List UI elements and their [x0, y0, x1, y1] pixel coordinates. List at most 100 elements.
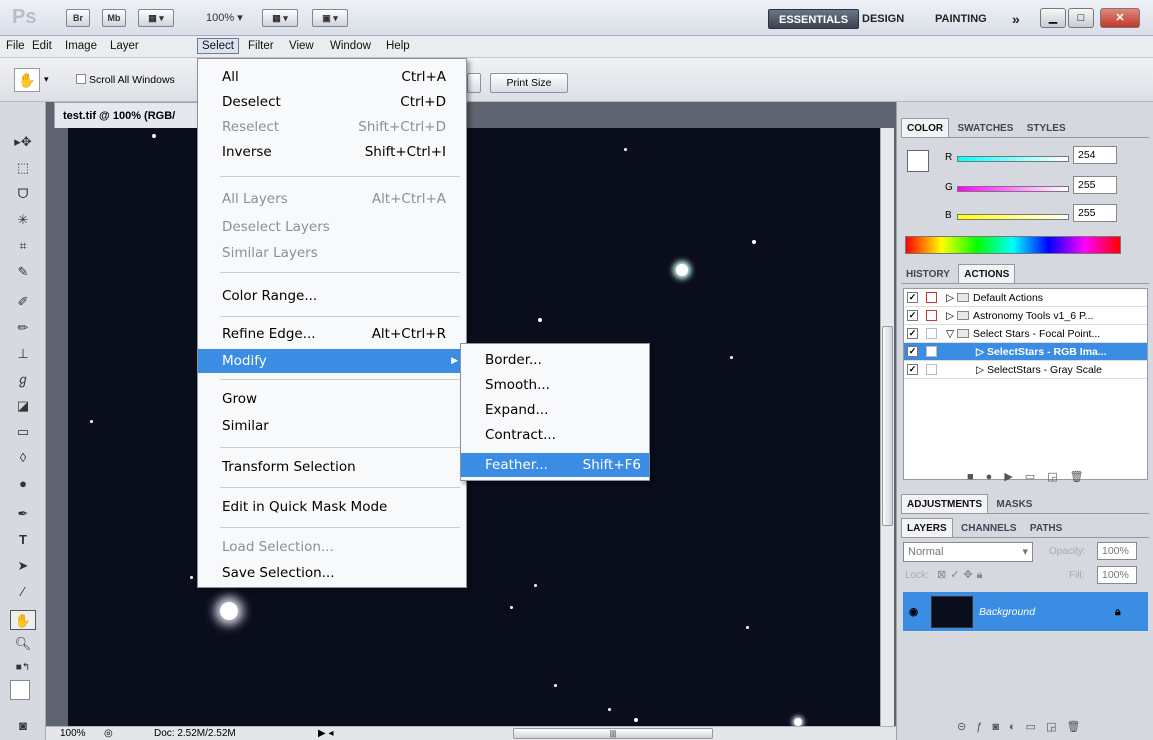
red-slider[interactable]	[957, 156, 1069, 162]
eye-icon[interactable]: ◉	[909, 592, 918, 631]
green-slider[interactable]	[957, 186, 1069, 192]
menu-view[interactable]: View	[289, 40, 314, 52]
crop-tool-icon[interactable]: ⌗	[10, 236, 36, 256]
layer-row-background[interactable]: ◉ Background 🔒︎	[903, 592, 1148, 632]
color-spectrum-ramp[interactable]	[905, 236, 1121, 254]
quick-mask-icon[interactable]: ◙	[10, 716, 36, 736]
pen-tool-icon[interactable]: ✒	[10, 504, 36, 524]
status-info-icon[interactable]: ◎	[104, 727, 113, 740]
blue-slider[interactable]	[957, 214, 1069, 220]
list-item[interactable]: ✓ ▷ Astronomy Tools v1_6 P...	[904, 307, 1147, 325]
new-set-icon[interactable]: ▭	[1025, 471, 1047, 483]
mask-icon[interactable]: ◙	[992, 721, 1009, 733]
new-layer-icon[interactable]: ◲	[1046, 721, 1066, 733]
fx-icon[interactable]: ƒ	[976, 721, 992, 733]
move-tool-icon[interactable]: ▸✥	[10, 132, 36, 152]
tab-adjustments[interactable]: ADJUSTMENTS	[901, 494, 989, 513]
record-icon[interactable]: ●	[986, 471, 1005, 483]
menu-item-similar-layers[interactable]: Similar Layers	[198, 241, 466, 265]
workspace-painting[interactable]: PAINTING	[935, 9, 987, 29]
view-extras-button[interactable]: ▦ ▾	[138, 9, 174, 27]
marquee-tool-icon[interactable]: ⬚	[10, 158, 36, 178]
workspace-design[interactable]: DESIGN	[862, 9, 904, 29]
arrange-documents-button[interactable]: ▦ ▾	[262, 9, 298, 27]
menu-item-inverse[interactable]: Inverse Shift+Ctrl+I	[198, 140, 466, 164]
menu-item-expand[interactable]: Expand...	[461, 398, 649, 422]
tab-styles[interactable]: STYLES	[1022, 119, 1071, 138]
red-value[interactable]: 254	[1073, 146, 1117, 164]
menu-layer[interactable]: Layer	[110, 40, 139, 52]
eraser-tool-icon[interactable]: ◪	[10, 396, 36, 416]
menu-item-save-selection[interactable]: Save Selection...	[198, 561, 466, 585]
dialog-toggle-icon[interactable]	[926, 292, 937, 303]
foreground-color-swatch[interactable]	[10, 680, 30, 700]
list-item[interactable]: ✓ ▷ Default Actions	[904, 289, 1147, 307]
trash-icon[interactable]: 🗑︎	[1066, 721, 1090, 733]
scroll-all-windows-checkbox[interactable]: Scroll All Windows	[76, 74, 175, 86]
screen-mode-button[interactable]: ▣ ▾	[312, 9, 348, 27]
tab-history[interactable]: HISTORY	[901, 265, 955, 284]
dodge-tool-icon[interactable]: ●	[10, 474, 36, 494]
close-button[interactable]: ✕	[1100, 8, 1140, 28]
opacity-field[interactable]: 100%	[1097, 542, 1137, 560]
lock-icons[interactable]: ⊠✓✥🔒︎	[937, 568, 987, 582]
status-zoom[interactable]: 100%	[60, 727, 86, 740]
adjustment-icon[interactable]: ◐	[1009, 721, 1026, 733]
magic-wand-tool-icon[interactable]: ✳	[10, 210, 36, 230]
menu-item-contract[interactable]: Contract...	[461, 423, 649, 447]
dialog-toggle-icon[interactable]	[926, 328, 937, 339]
new-action-icon[interactable]: ◲	[1047, 471, 1069, 483]
link-icon[interactable]: ⊝	[957, 721, 976, 733]
menu-item-modify[interactable]: Modify ▶	[198, 349, 466, 373]
stop-icon[interactable]: ■	[967, 471, 986, 483]
launch-bridge-button[interactable]: Br	[66, 9, 90, 27]
eyedropper-tool-icon[interactable]: ✎	[10, 262, 36, 282]
toggle-check-icon[interactable]: ✓	[907, 328, 918, 339]
menu-item-all-layers[interactable]: All Layers Alt+Ctrl+A	[198, 187, 466, 211]
menu-item-smooth[interactable]: Smooth...	[461, 373, 649, 397]
history-brush-tool-icon[interactable]: ℊ	[10, 370, 36, 390]
vertical-scrollbar[interactable]	[880, 128, 894, 726]
menu-item-deselect-layers[interactable]: Deselect Layers	[198, 215, 466, 239]
toggle-check-icon[interactable]: ✓	[907, 292, 918, 303]
tab-color[interactable]: COLOR	[901, 118, 950, 137]
menu-item-deselect[interactable]: Deselect Ctrl+D	[198, 90, 466, 114]
line-tool-icon[interactable]: ⁄	[10, 582, 36, 602]
menu-window[interactable]: Window	[330, 40, 371, 52]
menu-image[interactable]: Image	[65, 40, 97, 52]
hand-tool-preset-icon[interactable]: ✋	[14, 68, 40, 92]
maximize-button[interactable]: □	[1068, 8, 1094, 28]
menu-item-load-selection[interactable]: Load Selection...	[198, 535, 466, 559]
menu-item-grow[interactable]: Grow	[198, 387, 466, 411]
zoom-level-dropdown[interactable]: 100% ▾	[206, 11, 243, 24]
clone-stamp-tool-icon[interactable]: ⊥	[10, 344, 36, 364]
type-tool-icon[interactable]: T	[10, 530, 36, 550]
dialog-toggle-icon[interactable]	[926, 346, 937, 357]
menu-select[interactable]: Select	[197, 38, 239, 54]
foreground-color-chip[interactable]	[907, 150, 929, 172]
play-icon[interactable]: ▶	[1004, 471, 1024, 483]
green-value[interactable]: 255	[1073, 176, 1117, 194]
more-workspaces-icon[interactable]: »	[1012, 9, 1020, 29]
hand-tool-icon[interactable]: ✋	[10, 610, 36, 630]
tab-swatches[interactable]: SWATCHES	[952, 119, 1018, 138]
blend-mode-select[interactable]: Normal ▾	[903, 542, 1033, 562]
menu-help[interactable]: Help	[386, 40, 410, 52]
tab-layers[interactable]: LAYERS	[901, 518, 953, 537]
dialog-toggle-icon[interactable]	[926, 310, 937, 321]
layer-name[interactable]: Background	[979, 592, 1035, 631]
tab-paths[interactable]: PATHS	[1025, 519, 1067, 538]
blur-tool-icon[interactable]: ◊	[10, 448, 36, 468]
gradient-tool-icon[interactable]: ▭	[10, 422, 36, 442]
tab-actions[interactable]: ACTIONS	[958, 264, 1016, 283]
status-menu-arrow-icon[interactable]: ▶ ◂	[318, 727, 334, 740]
workspace-essentials[interactable]: ESSENTIALS	[768, 9, 860, 29]
menu-file[interactable]: File	[6, 40, 25, 52]
list-item[interactable]: ✓ ▷ SelectStars - Gray Scale	[904, 361, 1147, 379]
print-size-button[interactable]: Print Size	[490, 73, 568, 93]
path-selection-tool-icon[interactable]: ➤	[10, 556, 36, 576]
toggle-check-icon[interactable]: ✓	[907, 310, 918, 321]
tab-masks[interactable]: MASKS	[991, 495, 1037, 514]
toggle-check-icon[interactable]: ✓	[907, 364, 918, 375]
dialog-toggle-icon[interactable]	[926, 364, 937, 375]
